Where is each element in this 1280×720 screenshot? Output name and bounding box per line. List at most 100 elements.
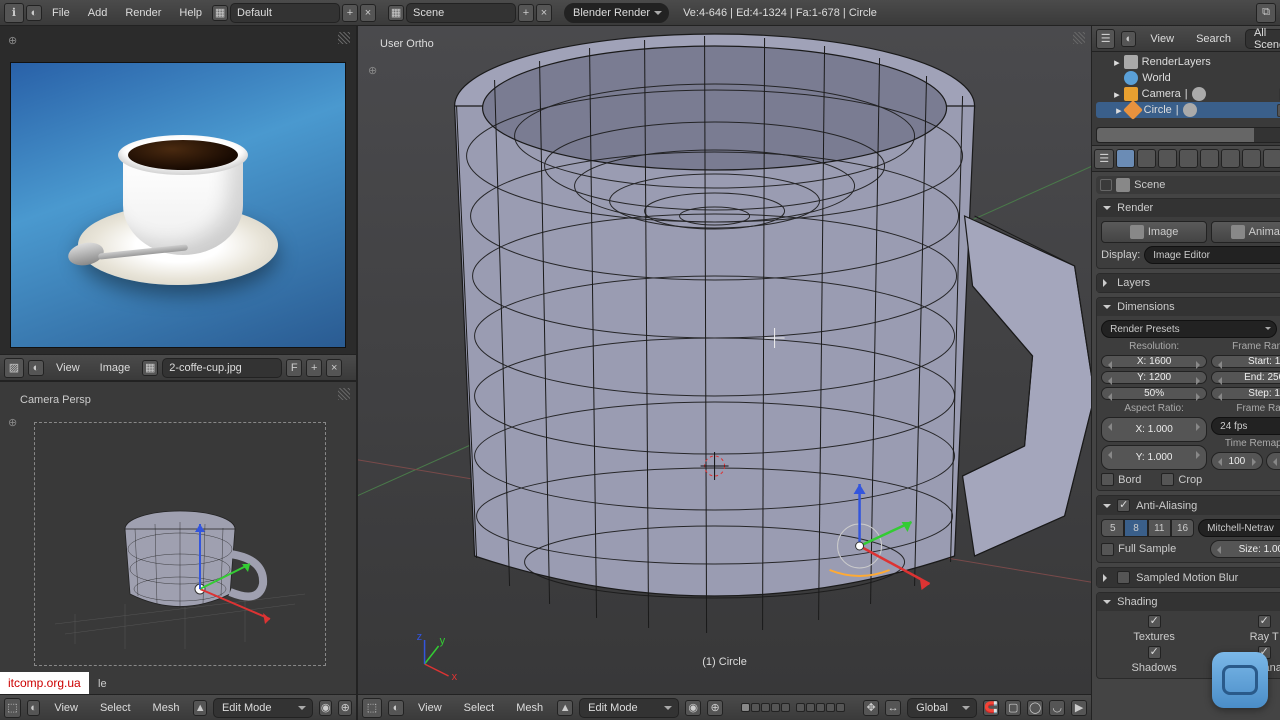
- image-add-button[interactable]: +: [306, 359, 322, 377]
- panel-corner-icon[interactable]: ⊕: [8, 34, 17, 47]
- render-animation-button[interactable]: Animation: [1211, 221, 1280, 243]
- manipulator-toggle-icon[interactable]: ✥: [863, 700, 879, 716]
- menu-add[interactable]: Add: [80, 1, 116, 25]
- panel-corner-icon[interactable]: ⊕: [8, 416, 17, 429]
- render-engine-dropdown[interactable]: Blender Render: [564, 3, 669, 23]
- mode-icon[interactable]: ▲: [193, 700, 207, 716]
- mode-icon[interactable]: ▲: [557, 700, 573, 716]
- editor-type-icon[interactable]: ⬚: [4, 698, 21, 718]
- transform-orientation-dropdown[interactable]: Global: [907, 698, 977, 718]
- image-unlink-button[interactable]: ×: [326, 359, 342, 377]
- expand-menus-icon[interactable]: ◐: [26, 5, 42, 21]
- tree-row-renderlayers[interactable]: ▸ RenderLayers |: [1096, 54, 1280, 70]
- frame-end-field[interactable]: End: 250: [1211, 371, 1280, 384]
- expand-menus-icon[interactable]: ◐: [27, 700, 41, 716]
- image-browse-icon[interactable]: ▦: [142, 360, 158, 376]
- image-editor-menu-view[interactable]: View: [48, 356, 88, 380]
- pin-icon[interactable]: [1100, 179, 1112, 191]
- screen-layout-field[interactable]: Default: [230, 3, 340, 23]
- aa-sample-5[interactable]: 5: [1101, 519, 1124, 537]
- aa-enable-checkbox[interactable]: [1117, 499, 1130, 512]
- layer-buttons[interactable]: [741, 703, 845, 712]
- editor-type-icon[interactable]: ℹ: [4, 3, 24, 23]
- tab-constraints-icon[interactable]: [1200, 149, 1219, 168]
- outliner-menu-view[interactable]: View: [1142, 27, 1182, 51]
- add-scene-button[interactable]: +: [518, 4, 534, 22]
- editor-type-icon[interactable]: ⬚: [362, 698, 382, 718]
- textures-checkbox[interactable]: [1148, 615, 1161, 628]
- render-presets-dropdown[interactable]: Render Presets: [1101, 320, 1277, 338]
- aspect-y-field[interactable]: Y: 1.000: [1101, 445, 1207, 470]
- pixel-filter-size-field[interactable]: Size: 1.000: [1210, 540, 1280, 558]
- editor-type-icon[interactable]: ▨: [4, 358, 24, 378]
- menu-help[interactable]: Help: [171, 1, 210, 25]
- aa-filter-dropdown[interactable]: Mitchell-Netrav: [1198, 519, 1280, 537]
- border-checkbox[interactable]: [1101, 473, 1114, 486]
- snap-icon[interactable]: 🧲: [983, 700, 999, 716]
- chat-widget-icon[interactable]: [1212, 652, 1268, 708]
- aa-sample-8[interactable]: 8: [1124, 519, 1147, 537]
- shadows-checkbox[interactable]: [1148, 646, 1161, 659]
- image-filename-field[interactable]: 2-coffe-cup.jpg: [162, 358, 282, 378]
- layers-panel-header[interactable]: Layers: [1097, 274, 1280, 292]
- delete-layout-button[interactable]: ×: [360, 4, 376, 22]
- viewport-menu-select[interactable]: Select: [456, 696, 503, 720]
- tab-render-icon[interactable]: [1116, 149, 1135, 168]
- ray-tracing-checkbox[interactable]: [1258, 615, 1271, 628]
- render-preview-icon[interactable]: ▶: [1071, 700, 1087, 716]
- aspect-x-field[interactable]: X: 1.000: [1101, 417, 1207, 442]
- split-area-handle[interactable]: [338, 32, 350, 44]
- viewport-shading-icon[interactable]: ◉: [685, 700, 701, 716]
- interaction-mode-dropdown[interactable]: Edit Mode: [579, 698, 679, 718]
- split-area-handle[interactable]: [338, 388, 350, 400]
- expand-menus-icon[interactable]: ◐: [1121, 31, 1136, 47]
- outliner-scrollbar[interactable]: [1096, 127, 1280, 143]
- shading-icon[interactable]: ◉: [319, 700, 333, 716]
- tab-data-icon[interactable]: [1242, 149, 1261, 168]
- scene-browse-icon[interactable]: ▦: [388, 5, 404, 21]
- outliner-menu-search[interactable]: Search: [1188, 27, 1239, 51]
- motion-blur-panel-header[interactable]: Sampled Motion Blur: [1097, 568, 1280, 587]
- delete-scene-button[interactable]: ×: [536, 4, 552, 22]
- aa-panel-header[interactable]: Anti-Aliasing: [1097, 496, 1280, 515]
- aa-sample-11[interactable]: 11: [1148, 519, 1171, 537]
- aa-sample-16[interactable]: 16: [1171, 519, 1194, 537]
- dimensions-panel-header[interactable]: Dimensions: [1097, 298, 1280, 316]
- resolution-percentage-field[interactable]: 50%: [1101, 387, 1207, 400]
- image-editor-menu-image[interactable]: Image: [92, 356, 139, 380]
- time-remap-new-field[interactable]: 100: [1266, 452, 1280, 470]
- display-mode-dropdown[interactable]: Image Editor: [1144, 246, 1280, 264]
- tab-material-icon[interactable]: [1263, 149, 1280, 168]
- render-panel-header[interactable]: Render: [1097, 199, 1280, 217]
- shading-panel-header[interactable]: Shading: [1097, 593, 1280, 611]
- frame-rate-dropdown[interactable]: 24 fps: [1211, 417, 1280, 435]
- tab-world-icon[interactable]: [1158, 149, 1177, 168]
- pivot-icon[interactable]: ⊕: [338, 700, 352, 716]
- outliner-display-dropdown[interactable]: All Scenes: [1245, 29, 1280, 49]
- render-image-button[interactable]: Image: [1101, 221, 1207, 243]
- back-to-previous-icon[interactable]: ⧉: [1256, 3, 1276, 23]
- crop-checkbox[interactable]: [1161, 473, 1174, 486]
- viewport-menu-select[interactable]: Select: [92, 696, 139, 720]
- proportional-edit-icon[interactable]: ◯: [1027, 700, 1043, 716]
- screen-layout-browse-icon[interactable]: ▦: [212, 5, 228, 21]
- frame-start-field[interactable]: Start: 1: [1211, 355, 1280, 368]
- viewport-menu-view[interactable]: View: [46, 696, 86, 720]
- menu-render[interactable]: Render: [117, 1, 169, 25]
- editor-type-icon[interactable]: ☰: [1096, 29, 1115, 49]
- resolution-x-field[interactable]: X: 1600: [1101, 355, 1207, 368]
- expand-menus-icon[interactable]: ◐: [28, 360, 44, 376]
- add-layout-button[interactable]: +: [342, 4, 358, 22]
- tab-object-icon[interactable]: [1179, 149, 1198, 168]
- time-remap-old-field[interactable]: 100: [1211, 452, 1263, 470]
- proportional-falloff-icon[interactable]: ◡: [1049, 700, 1065, 716]
- frame-step-field[interactable]: Step: 1: [1211, 387, 1280, 400]
- pivot-point-icon[interactable]: ⊕: [707, 700, 723, 716]
- snap-element-icon[interactable]: ▢: [1005, 700, 1021, 716]
- viewport-menu-view[interactable]: View: [410, 696, 450, 720]
- translate-manipulator-icon[interactable]: ↔: [885, 700, 901, 716]
- tree-row-world[interactable]: World: [1096, 70, 1280, 86]
- outliner-tree[interactable]: ▸ RenderLayers | World ▸ Camera | ▸ Circ…: [1092, 52, 1280, 125]
- motion-blur-checkbox[interactable]: [1117, 571, 1130, 584]
- resolution-y-field[interactable]: Y: 1200: [1101, 371, 1207, 384]
